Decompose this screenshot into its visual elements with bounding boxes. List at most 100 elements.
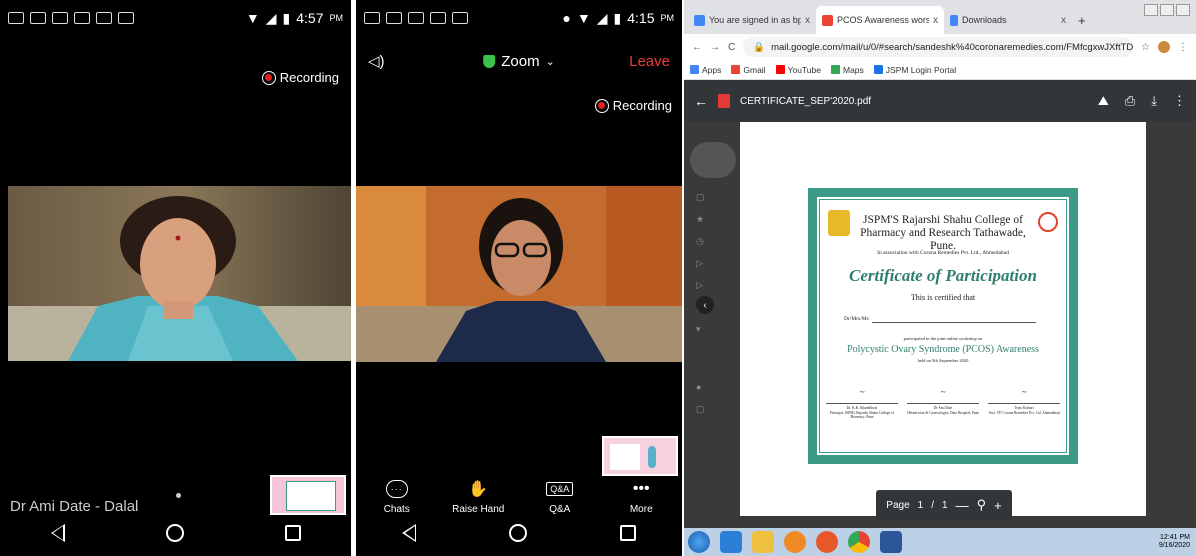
pdf-pager: Page 1 / 1 — ⚲ + xyxy=(876,490,1012,520)
maps-icon xyxy=(830,65,840,74)
shared-screen-thumbnail[interactable] xyxy=(602,436,678,476)
browser-tab[interactable]: Downloads x xyxy=(944,6,1072,34)
minimize-icon[interactable] xyxy=(1144,4,1158,16)
print-icon[interactable]: ⎙ xyxy=(1125,93,1135,109)
cert-institute: JSPM'S Rajarshi Shahu College of Pharmac… xyxy=(860,214,1026,252)
file-explorer-icon[interactable] xyxy=(752,531,774,553)
meeting-title[interactable]: Zoom ⌄ xyxy=(483,53,555,70)
android-nav-bar xyxy=(356,510,682,556)
record-icon xyxy=(594,98,609,113)
signature-scrawl: ~ xyxy=(826,388,898,404)
shared-screen-thumbnail[interactable] xyxy=(270,475,346,515)
chat-icon: ··· xyxy=(385,480,408,498)
notification-icon xyxy=(386,12,402,24)
browser-tab-active[interactable]: PCOS Awareness worshop_List o x xyxy=(816,6,944,34)
pdf-file-name: CERTIFICATE_SEP'2020.pdf xyxy=(740,95,872,107)
chrome-icon[interactable] xyxy=(848,531,870,553)
zoom-in-button[interactable]: + xyxy=(994,498,1002,513)
start-button-icon[interactable] xyxy=(688,531,710,553)
back-icon[interactable] xyxy=(50,524,65,542)
site-favicon-icon xyxy=(694,14,705,26)
desktop-browser-screen: You are signed in as bpher x PCOS Awaren… xyxy=(684,0,1196,556)
signature-block: ~ Tejas Kothari Asst. VP, Corona Remedie… xyxy=(988,387,1060,415)
pdf-file-icon xyxy=(718,94,730,108)
site-favicon-icon xyxy=(873,65,883,74)
leave-button[interactable]: Leave xyxy=(629,53,670,70)
forward-arrow-icon[interactable]: → xyxy=(710,42,720,53)
zoom-top-bar: ◁) Zoom ⌄ Leave xyxy=(356,46,682,76)
menu-icon[interactable]: ⋮ xyxy=(1178,42,1188,53)
pdf-page: JSPM'S Rajarshi Shahu College of Pharmac… xyxy=(740,122,1146,516)
close-tab-icon[interactable]: x xyxy=(933,15,938,26)
certificate: JSPM'S Rajarshi Shahu College of Pharmac… xyxy=(808,188,1078,464)
url-input[interactable]: 🔒 mail.google.com/mail/u/0/#search/sande… xyxy=(743,37,1134,57)
system-tray-clock: 12:41 PM 9/16/2020 xyxy=(1158,534,1190,549)
bookmark-maps[interactable]: Maps xyxy=(830,65,864,75)
page-total: 1 xyxy=(942,499,948,511)
corona-logo xyxy=(1038,212,1058,232)
college-logo xyxy=(828,210,850,236)
back-arrow-icon[interactable]: ← xyxy=(692,42,702,53)
close-window-icon[interactable] xyxy=(1176,4,1190,16)
speaker-icon[interactable]: ◁) xyxy=(368,52,385,70)
download-icon xyxy=(950,14,958,26)
bookmark-youtube[interactable]: YouTube xyxy=(775,65,821,75)
previous-icon[interactable]: ‹ xyxy=(696,296,714,314)
shield-icon xyxy=(483,54,496,68)
recents-icon[interactable] xyxy=(619,525,636,541)
browser-tab[interactable]: You are signed in as bpher x xyxy=(688,6,816,34)
home-icon[interactable] xyxy=(165,524,184,542)
back-arrow-icon[interactable]: ← xyxy=(694,93,708,109)
signature-scrawl: ~ xyxy=(988,388,1060,404)
cert-name-line xyxy=(872,322,1036,323)
avatar[interactable] xyxy=(1158,41,1170,53)
word-icon[interactable] xyxy=(880,531,902,553)
star-icon[interactable]: ☆ xyxy=(1141,42,1150,53)
signature-scrawl: ~ xyxy=(907,388,979,404)
back-icon[interactable] xyxy=(402,524,417,542)
cert-name-prefix: Dr/Mrs/Ms xyxy=(844,316,869,322)
firefox-icon[interactable] xyxy=(816,531,838,553)
cert-certified-line: This is certified that xyxy=(910,293,976,302)
bookmarks-bar: Apps Gmail YouTube Maps JSPM Login Porta… xyxy=(684,60,1196,80)
signature-block: ~ Dr. K.R. Khandelwal Principal, JSPM's … xyxy=(826,388,898,420)
more-options-icon[interactable]: ⋮ xyxy=(1173,93,1186,109)
status-bar: ● ▼ ◢ ▮ 4:15 PM xyxy=(356,0,682,36)
qa-icon: Q&A xyxy=(546,482,574,496)
address-bar-row: ← → C 🔒 mail.google.com/mail/u/0/#search… xyxy=(684,34,1196,60)
wifi-icon: ▼ xyxy=(245,10,260,26)
close-tab-icon[interactable]: x xyxy=(805,15,810,26)
maximize-icon[interactable] xyxy=(1160,4,1174,16)
page-current[interactable]: 1 xyxy=(918,500,924,511)
notification-icon xyxy=(8,12,24,24)
close-tab-icon[interactable]: x xyxy=(1061,15,1066,26)
video-icon xyxy=(430,12,446,24)
message-icon xyxy=(74,12,90,24)
lock-icon: 🔒 xyxy=(753,41,766,53)
recording-indicator: Recording xyxy=(261,70,339,85)
recents-icon[interactable] xyxy=(284,525,301,541)
browser-tab-bar: You are signed in as bpher x PCOS Awaren… xyxy=(684,0,1196,34)
more-icon: ••• xyxy=(632,480,650,497)
wifi-icon: ▼ xyxy=(576,10,591,26)
clock-ampm: PM xyxy=(329,13,344,23)
reload-icon[interactable]: C xyxy=(728,42,735,53)
message-icon xyxy=(452,12,468,24)
bookmark-apps[interactable]: Apps xyxy=(690,65,721,75)
compose-button-dimmed xyxy=(690,142,736,178)
new-tab-button[interactable]: + xyxy=(1078,13,1086,28)
bookmark-jspm-portal[interactable]: JSPM Login Portal xyxy=(873,65,956,75)
add-to-drive-icon[interactable]: ⛰ xyxy=(1098,93,1109,109)
media-player-icon[interactable] xyxy=(784,531,806,553)
signal-icon: ◢ xyxy=(596,9,608,26)
apps-icon xyxy=(690,65,699,74)
battery-icon: ▮ xyxy=(613,9,622,26)
zoom-icon: ⚲ xyxy=(976,497,987,512)
internet-explorer-icon[interactable] xyxy=(720,531,742,553)
gmail-icon xyxy=(822,14,833,26)
notification-icon xyxy=(96,12,112,24)
zoom-out-button[interactable]: — xyxy=(956,498,969,513)
home-icon[interactable] xyxy=(508,524,527,542)
bookmark-gmail[interactable]: Gmail xyxy=(731,65,766,75)
download-icon[interactable]: ⤓ xyxy=(1151,93,1157,109)
